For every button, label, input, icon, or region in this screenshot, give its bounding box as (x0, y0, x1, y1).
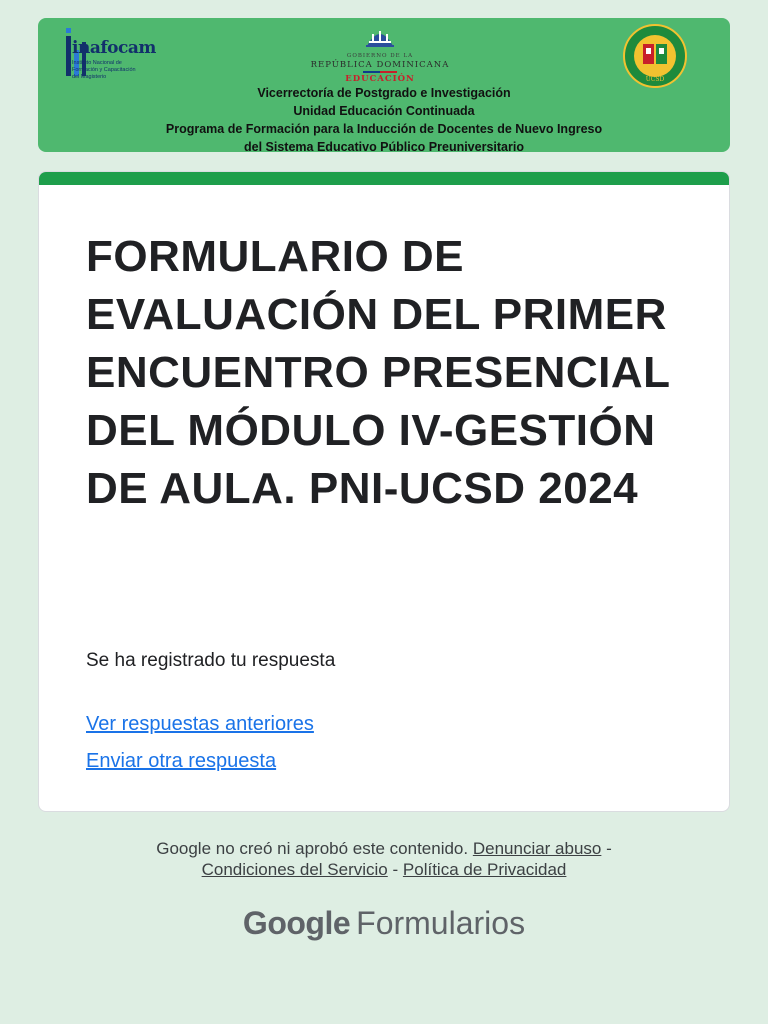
disclaimer-text: Google no creó ni aprobó este contenido. (156, 839, 469, 858)
gov-ministry: EDUCACIÓN (345, 74, 415, 84)
view-previous-responses-link[interactable]: Ver respuestas anteriores (86, 713, 314, 736)
card-accent-bar (39, 172, 729, 185)
forms-wordmark: Formularios (356, 905, 526, 941)
banner-line-sistema: del Sistema Educativo Público Preunivers… (244, 140, 524, 152)
report-abuse-link[interactable]: Denunciar abuso (473, 839, 602, 858)
footer-separator: - (606, 839, 612, 858)
gov-country: REPÚBLICA DOMINICANA (310, 60, 450, 70)
footer-separator: - (392, 860, 399, 879)
page: inafocam Instituto Nacional de Formación… (0, 0, 768, 1024)
government-crest-icon (366, 31, 394, 47)
inafocam-subtitle: Instituto Nacional de Formación y Capaci… (72, 60, 136, 80)
ucsd-seal-icon: UCSD (623, 24, 687, 88)
banner-line-vicerrectoria: Vicerrectoría de Postgrado e Investigaci… (257, 86, 511, 100)
header-banner: inafocam Instituto Nacional de Formación… (38, 18, 730, 152)
privacy-policy-link[interactable]: Política de Privacidad (403, 860, 566, 879)
banner-line-programa: Programa de Formación para la Inducción … (165, 122, 603, 136)
gov-flag-bar (363, 71, 397, 73)
confirmation-card: FORMULARIO DE EVALUACIÓN DEL PRIMER ENCU… (38, 171, 730, 812)
google-wordmark: Google (242, 905, 351, 941)
form-title: FORMULARIO DE EVALUACIÓN DEL PRIMER ENCU… (86, 232, 670, 513)
gov-small-text: GOBIERNO DE LA (346, 53, 414, 59)
footer-disclaimer: Google no creó ni aprobó este contenido.… (0, 838, 768, 880)
confirmation-message: Se ha registrado tu respuesta (86, 650, 336, 671)
inafocam-name: inafocam (72, 38, 156, 58)
ucsd-seal-abbr: UCSD (646, 76, 665, 83)
send-another-response-link[interactable]: Enviar otra respuesta (86, 750, 276, 773)
government-logo: GOBIERNO DE LA REPÚBLICA DOMINICANA EDUC… (300, 26, 460, 84)
google-forms-logo[interactable]: Google Formularios (0, 905, 768, 942)
banner-line-unidad: Unidad Educación Continuada (293, 104, 475, 118)
terms-of-service-link[interactable]: Condiciones del Servicio (202, 860, 388, 879)
banner-text: Vicerrectoría de Postgrado e Investigaci… (38, 84, 730, 152)
